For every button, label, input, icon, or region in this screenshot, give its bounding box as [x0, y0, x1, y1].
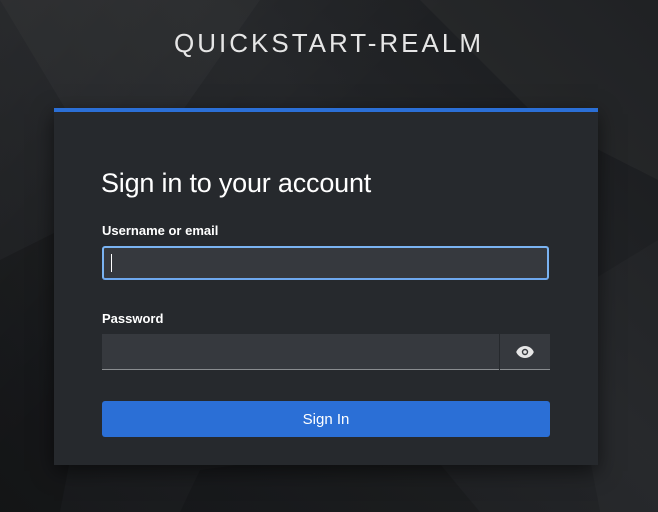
login-heading: Sign in to your account: [101, 168, 372, 198]
password-label: Password: [102, 311, 164, 326]
show-password-button[interactable]: [500, 334, 550, 370]
username-label: Username or email: [102, 223, 219, 238]
text-caret: [111, 254, 112, 272]
sign-in-button[interactable]: Sign In: [102, 401, 550, 437]
login-card: Sign in to your account Username or emai…: [54, 108, 598, 465]
eye-icon: [516, 345, 534, 358]
password-input[interactable]: [102, 334, 499, 370]
username-input[interactable]: [102, 246, 549, 280]
realm-title: QUICKSTART-REALM: [174, 28, 484, 58]
